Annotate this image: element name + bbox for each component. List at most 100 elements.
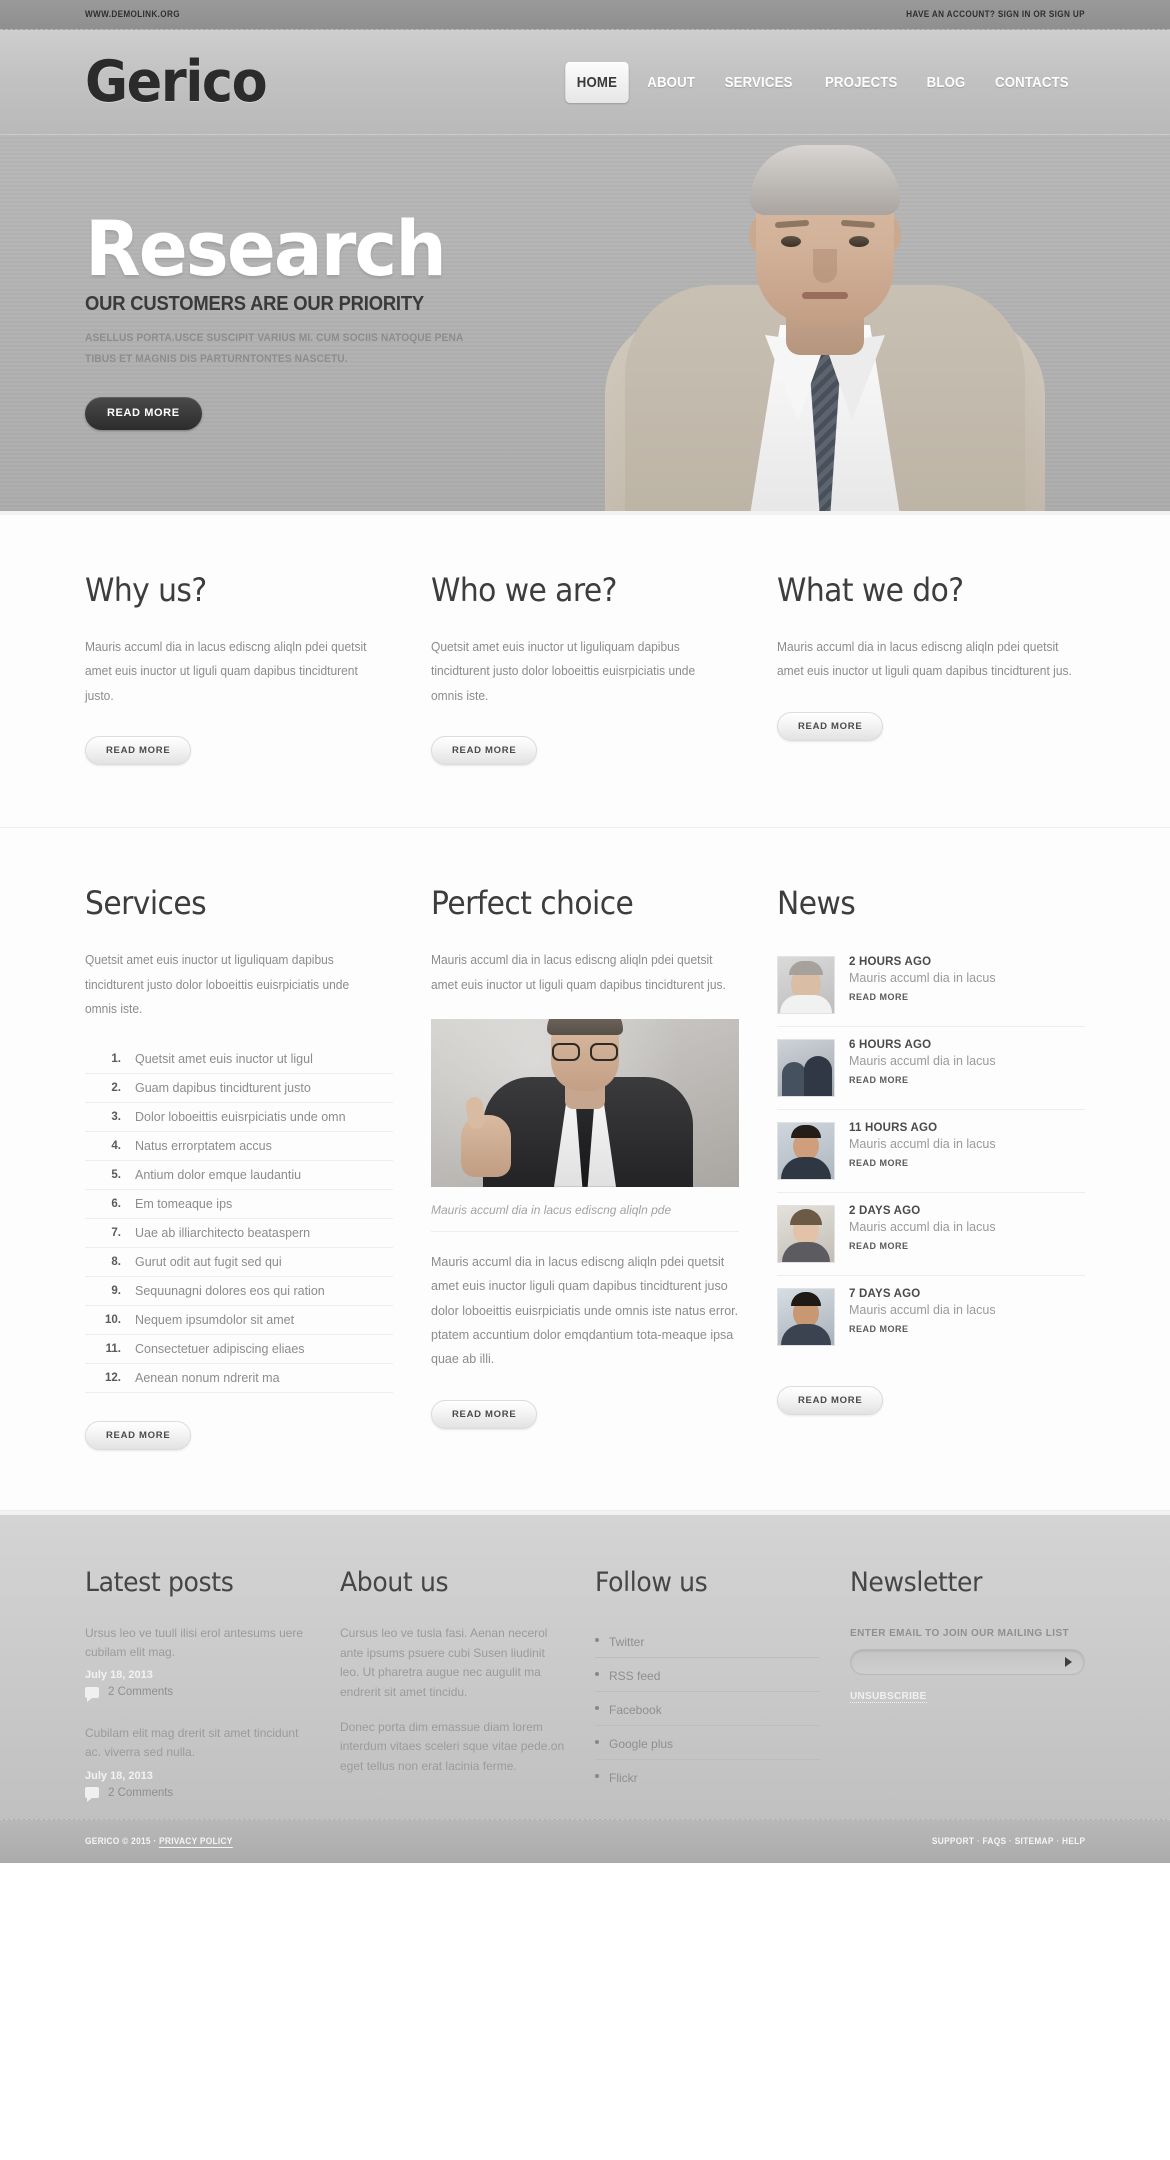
news-item[interactable]: 2 DAYS AGO Mauris accuml dia in lacus RE… (777, 1193, 1085, 1277)
newsletter-field[interactable] (850, 1649, 1085, 1676)
feature-read-more-button[interactable]: READ MORE (85, 736, 192, 766)
social-link-flickr[interactable]: Flickr (609, 1771, 638, 1785)
list-item[interactable]: Aenean nonum ndrerit ma (85, 1364, 393, 1394)
list-item[interactable]: Em tomeaque ips (85, 1190, 393, 1220)
feature-card-what-we-do: What we do? Mauris accuml dia in lacus e… (777, 571, 1085, 765)
nav-item-about[interactable]: ABOUT (638, 66, 705, 99)
footer-section-title: Newsletter (850, 1567, 983, 1599)
hero-subtitle: OUR CUSTOMERS ARE OUR PRIORITY (85, 293, 425, 316)
news-read-more-link[interactable]: READ MORE (849, 992, 909, 1002)
account-signin-link[interactable]: HAVE AN ACCOUNT? SIGN IN OR SIGN UP (906, 9, 1085, 20)
site-header: Gerico HOME ABOUT SERVICES PROJECTS BLOG… (0, 30, 1170, 135)
feature-read-more-button[interactable]: READ MORE (431, 736, 538, 766)
service-label: Em tomeaque ips (135, 1197, 233, 1212)
feature-text: Quetsit amet euis inuctor ut liguliquam … (431, 640, 696, 703)
news-thumbnail (777, 1039, 835, 1098)
news-read-more-link[interactable]: READ MORE (849, 1241, 909, 1251)
list-item[interactable]: RSS feed (595, 1658, 820, 1693)
perfect-choice-title: Perfect choice (431, 884, 634, 923)
list-item[interactable]: Sequunagni dolores eos qui ration (85, 1277, 393, 1307)
feature-read-more-button[interactable]: READ MORE (777, 711, 884, 741)
newsletter-label: ENTER EMAIL TO JOIN OUR MAILING LIST (850, 1628, 1070, 1640)
news-read-more-button[interactable]: READ MORE (777, 1386, 884, 1416)
news-column: News 2 HOURS AGO Mauris accuml dia in la… (777, 884, 1085, 1450)
list-item[interactable]: Antium dolor emque laudantiu (85, 1161, 393, 1191)
services-column: Services Quetsit amet euis inuctor ut li… (85, 884, 393, 1451)
list-item[interactable]: Guam dapibus tincidturent justo (85, 1074, 393, 1104)
footer-post-text: Ursus leo ve tuull ilisi erol antesums u… (85, 1626, 304, 1659)
social-link-twitter[interactable]: Twitter (609, 1635, 644, 1649)
news-title: News (777, 884, 856, 923)
feature-title: Who we are? (431, 571, 617, 609)
comment-bubble-icon (85, 1787, 99, 1803)
news-read-more-link[interactable]: READ MORE (849, 1075, 909, 1085)
news-text: Mauris accuml dia in lacus (849, 1303, 996, 1318)
newsletter-email-input[interactable] (863, 1650, 1058, 1675)
perfect-choice-column: Perfect choice Mauris accuml dia in lacu… (431, 884, 739, 1450)
footer-post[interactable]: Cubilam elit mag drerit sit amet tincidu… (85, 1724, 310, 1803)
nav-item-projects[interactable]: PROJECTS (815, 66, 907, 99)
news-read-more-link[interactable]: READ MORE (849, 1158, 909, 1168)
social-link-google-plus[interactable]: Google plus (609, 1737, 673, 1751)
site-url-link[interactable]: WWW.DEMOLINK.ORG (85, 9, 180, 20)
content-section: Services Quetsit amet euis inuctor ut li… (0, 828, 1170, 1512)
list-item[interactable]: Dolor loboeittis euisrpiciatis unde omn (85, 1103, 393, 1133)
nav-item-blog[interactable]: BLOG (917, 66, 975, 99)
service-label: Uae ab illiarchitecto beataspern (135, 1226, 311, 1241)
footer-link-sitemap[interactable]: SITEMAP (1014, 1836, 1053, 1847)
footer-link-support[interactable]: SUPPORT (932, 1836, 974, 1847)
list-item[interactable]: Gurut odit aut fugit sed qui (85, 1248, 393, 1278)
footer-about-paragraph: Donec porta dim emassue diam lorem inter… (340, 1720, 565, 1773)
list-item[interactable]: Quetsit amet euis inuctor ut ligul (85, 1045, 393, 1075)
nav-item-home[interactable]: HOME (565, 62, 629, 103)
list-item[interactable]: Facebook (595, 1692, 820, 1727)
service-label: Consectetuer adipiscing eliaes (135, 1342, 305, 1357)
news-date: 7 DAYS AGO (849, 1288, 921, 1301)
footer-section-title: About us (340, 1567, 449, 1599)
list-item[interactable]: Uae ab illiarchitecto beataspern (85, 1219, 393, 1249)
news-item[interactable]: 2 HOURS AGO Mauris accuml dia in lacus R… (777, 944, 1085, 1028)
service-label: Nequem ipsumdolor sit amet (135, 1313, 295, 1328)
news-date: 2 DAYS AGO (849, 1205, 921, 1218)
service-label: Quetsit amet euis inuctor ut ligul (135, 1052, 313, 1067)
unsubscribe-link[interactable]: UNSUBSCRIBE (850, 1691, 927, 1704)
social-link-facebook[interactable]: Facebook (609, 1703, 662, 1717)
services-read-more-button[interactable]: READ MORE (85, 1421, 192, 1451)
footer-post-date: July 18, 2013 (85, 1669, 153, 1682)
list-item[interactable]: Twitter (595, 1624, 820, 1659)
perfect-choice-intro: Mauris accuml dia in lacus ediscng aliql… (431, 953, 726, 992)
footer-link-faqs[interactable]: FAQS (982, 1836, 1006, 1847)
features-section: Why us? Mauris accuml dia in lacus edisc… (0, 515, 1170, 829)
social-link-rss[interactable]: RSS feed (609, 1669, 660, 1683)
list-item[interactable]: Consectetuer adipiscing eliaes (85, 1335, 393, 1365)
hero-text-block: Research OUR CUSTOMERS ARE OUR PRIORITY … (85, 204, 555, 430)
feature-text: Mauris accuml dia in lacus ediscng aliql… (777, 640, 1072, 679)
service-label: Aenean nonum ndrerit ma (135, 1371, 280, 1386)
list-item[interactable]: Google plus (595, 1726, 820, 1761)
news-list: 2 HOURS AGO Mauris accuml dia in lacus R… (777, 944, 1085, 1358)
news-date: 11 HOURS AGO (849, 1122, 938, 1135)
nav-item-contacts[interactable]: CONTACTS (986, 66, 1079, 99)
footer-post[interactable]: Ursus leo ve tuull ilisi erol antesums u… (85, 1624, 310, 1702)
site-logo[interactable]: Gerico (85, 54, 268, 111)
news-read-more-link[interactable]: READ MORE (849, 1324, 909, 1334)
list-item[interactable]: Flickr (595, 1760, 820, 1793)
feature-title: What we do? (777, 571, 964, 609)
list-item[interactable]: Nequem ipsumdolor sit amet (85, 1306, 393, 1336)
newsletter-submit-arrow-icon[interactable] (1065, 1657, 1072, 1668)
news-item[interactable]: 7 DAYS AGO Mauris accuml dia in lacus RE… (777, 1276, 1085, 1358)
perfect-choice-read-more-button[interactable]: READ MORE (431, 1399, 538, 1429)
service-label: Dolor loboeittis euisrpiciatis unde omn (135, 1110, 346, 1125)
news-item[interactable]: 6 HOURS AGO Mauris accuml dia in lacus R… (777, 1027, 1085, 1111)
service-label: Natus errorptatem accus (135, 1139, 272, 1154)
footer-newsletter: Newsletter ENTER EMAIL TO JOIN OUR MAILI… (850, 1567, 1085, 1798)
privacy-policy-link[interactable]: PRIVACY POLICY (159, 1836, 233, 1849)
news-item[interactable]: 11 HOURS AGO Mauris accuml dia in lacus … (777, 1110, 1085, 1194)
hero-banner: Research OUR CUSTOMERS ARE OUR PRIORITY … (0, 135, 1170, 515)
list-item[interactable]: Natus errorptatem accus (85, 1132, 393, 1162)
nav-item-services[interactable]: SERVICES (715, 66, 802, 99)
hero-title: Research (85, 204, 447, 293)
service-label: Antium dolor emque laudantiu (135, 1168, 302, 1183)
footer-link-help[interactable]: HELP (1062, 1836, 1085, 1847)
hero-read-more-button[interactable]: READ MORE (85, 396, 202, 430)
